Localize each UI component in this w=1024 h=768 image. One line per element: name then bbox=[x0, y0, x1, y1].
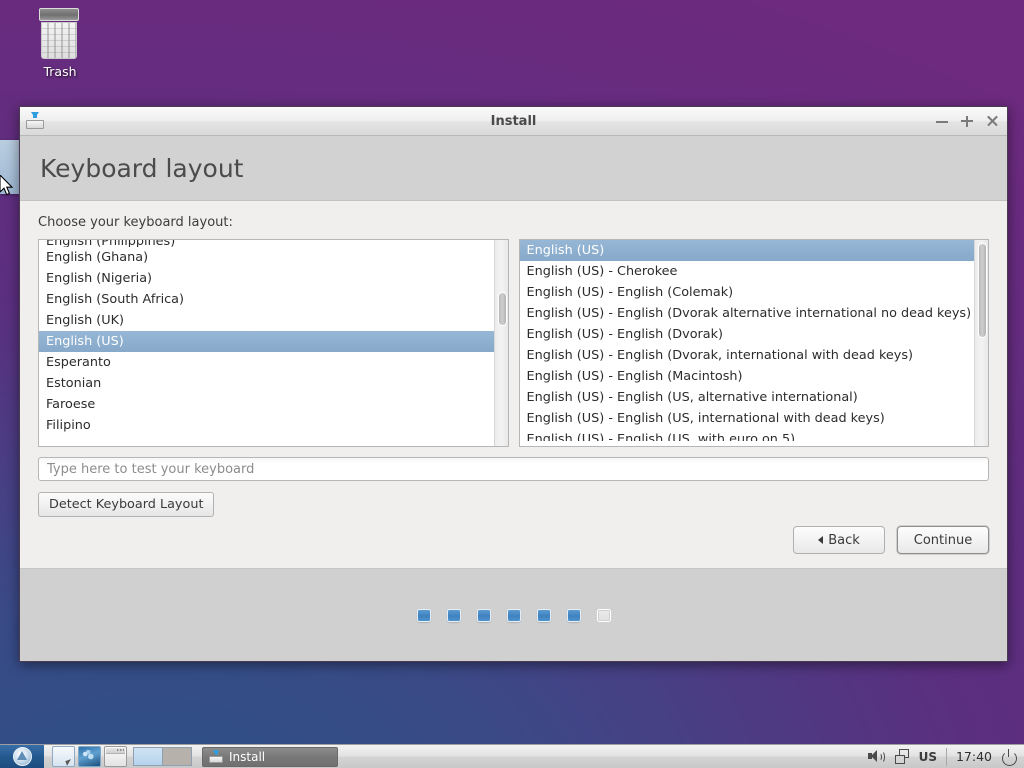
list-item[interactable]: Faroese bbox=[39, 394, 494, 415]
background-window-edge[interactable] bbox=[0, 140, 20, 194]
list-item[interactable]: English (UK) bbox=[39, 310, 494, 331]
layout-list-scroll-thumb[interactable] bbox=[497, 292, 507, 326]
minimize-icon[interactable] bbox=[935, 114, 949, 128]
back-button[interactable]: Back bbox=[793, 526, 885, 554]
installer-footer bbox=[20, 568, 1007, 661]
list-item[interactable]: English (US) - English (US, internationa… bbox=[520, 408, 975, 429]
taskbar-launchers bbox=[44, 745, 127, 768]
progress-dot-filled bbox=[536, 608, 551, 622]
page-title: Keyboard layout bbox=[40, 153, 244, 183]
list-item[interactable]: English (US) bbox=[519, 240, 974, 261]
progress-dots bbox=[416, 608, 611, 622]
keyboard-test-input[interactable] bbox=[38, 457, 989, 481]
navigation-buttons: Back Continue bbox=[38, 526, 989, 554]
detect-keyboard-layout-button[interactable]: Detect Keyboard Layout bbox=[38, 492, 215, 517]
list-item[interactable]: English (US) bbox=[39, 331, 494, 352]
window-titlebar[interactable]: Install bbox=[20, 107, 1007, 136]
power-icon[interactable] bbox=[1001, 748, 1017, 766]
progress-dot-filled bbox=[476, 608, 491, 622]
list-item-partial[interactable]: English (Philippines) bbox=[39, 240, 494, 247]
list-item[interactable]: English (US) - Cherokee bbox=[520, 261, 975, 282]
list-item[interactable]: Filipino bbox=[39, 415, 494, 436]
continue-button[interactable]: Continue bbox=[897, 526, 989, 554]
progress-dot-empty bbox=[596, 608, 611, 622]
speaker-icon[interactable] bbox=[867, 748, 885, 765]
maximize-icon[interactable] bbox=[960, 114, 974, 128]
task-button-label: Install bbox=[229, 749, 266, 764]
file-manager-icon[interactable] bbox=[52, 746, 75, 767]
trash-icon bbox=[37, 8, 83, 60]
progress-dot-filled bbox=[416, 608, 431, 622]
workspace-2[interactable] bbox=[163, 748, 191, 765]
start-menu-button[interactable] bbox=[0, 745, 44, 768]
workspace-1[interactable] bbox=[134, 748, 163, 765]
list-item[interactable]: Estonian bbox=[39, 373, 494, 394]
continue-button-label: Continue bbox=[913, 532, 973, 548]
list-item[interactable]: Esperanto bbox=[39, 352, 494, 373]
window-content: Choose your keyboard layout: English (Ph… bbox=[20, 201, 1007, 568]
list-item[interactable]: English (US) - English (Macintosh) bbox=[520, 366, 975, 387]
progress-dot-filled bbox=[506, 608, 521, 622]
list-item[interactable]: English (US) - English (Dvorak alternati… bbox=[520, 303, 975, 324]
system-tray: US 17:40 bbox=[867, 745, 1024, 768]
progress-dot-filled bbox=[446, 608, 461, 622]
keyboard-variant-list[interactable]: English (US) English (US) - Cherokee Engli… bbox=[518, 239, 989, 447]
terminal-window-icon[interactable] bbox=[104, 746, 127, 767]
keyboard-lists-row: English (Philippines)English (Ghana)Engl… bbox=[38, 239, 989, 447]
window-title: Install bbox=[490, 113, 537, 129]
window-controls bbox=[935, 114, 999, 128]
list-item[interactable]: English (Nigeria) bbox=[39, 268, 494, 289]
task-button-install[interactable]: Install bbox=[202, 746, 338, 767]
trash-lid bbox=[39, 8, 79, 21]
taskbar-task-list: Install bbox=[202, 745, 338, 768]
installer-download-icon bbox=[26, 112, 44, 130]
list-item-partial[interactable]: English (US) - English (US, with euro on… bbox=[520, 429, 975, 441]
variant-list-scroll-thumb[interactable] bbox=[978, 243, 987, 338]
variant-list-scrollbar[interactable] bbox=[974, 240, 988, 446]
network-icon[interactable] bbox=[893, 748, 910, 765]
close-icon[interactable] bbox=[985, 114, 999, 128]
taskbar: Install US 17:40 bbox=[0, 744, 1024, 768]
keyboard-layout-indicator[interactable]: US bbox=[919, 750, 937, 764]
list-item[interactable]: English (US) - English (Dvorak, internat… bbox=[520, 345, 975, 366]
list-item[interactable]: English (US) - English (US, alternative … bbox=[520, 387, 975, 408]
list-item[interactable]: English (US) - English (Dvorak) bbox=[520, 324, 975, 345]
install-window: Install Keyboard layout Choose your keyb… bbox=[19, 106, 1008, 662]
choose-layout-label: Choose your keyboard layout: bbox=[38, 215, 233, 230]
page-header: Keyboard layout bbox=[20, 136, 1007, 201]
installer-download-icon bbox=[209, 749, 223, 764]
chevron-left-icon bbox=[818, 536, 824, 544]
desktop-icon-label: Trash bbox=[43, 64, 77, 79]
trash-body bbox=[41, 22, 77, 59]
back-button-label: Back bbox=[828, 532, 860, 548]
list-item[interactable]: English (Ghana) bbox=[39, 247, 494, 268]
layout-list-scrollbar[interactable] bbox=[493, 240, 508, 446]
progress-dot-filled bbox=[566, 608, 581, 622]
web-browser-icon[interactable] bbox=[78, 746, 101, 767]
start-menu-icon bbox=[12, 747, 32, 766]
keyboard-layout-list[interactable]: English (Philippines)English (Ghana)Engl… bbox=[38, 239, 509, 447]
list-item[interactable]: English (US) - English (Colemak) bbox=[520, 282, 975, 303]
list-item[interactable]: English (South Africa) bbox=[39, 289, 494, 310]
desktop-icon-trash[interactable]: Trash bbox=[26, 8, 94, 79]
tray-separator bbox=[945, 747, 947, 766]
clock[interactable]: 17:40 bbox=[956, 749, 992, 764]
workspace-pager[interactable] bbox=[133, 747, 192, 766]
